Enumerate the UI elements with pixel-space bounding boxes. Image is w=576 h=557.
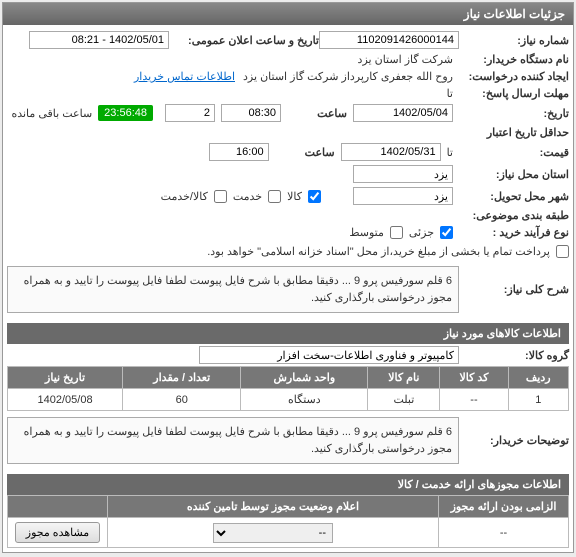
goods-table: ردیف کد کالا نام کالا واحد شمارش تعداد /… — [7, 366, 569, 411]
chk-goods-service-wrap: کالا/خدمت — [161, 190, 227, 203]
deliv-loc-input[interactable] — [353, 187, 453, 205]
price-label: قیمت: — [459, 146, 569, 159]
group-label: گروه کالا: — [459, 349, 569, 362]
remain-badge: 23:56:48 — [98, 105, 153, 121]
valid-time-input[interactable] — [209, 143, 269, 161]
info-body: شماره نیاز: تاریخ و ساعت اعلان عمومی: نا… — [3, 25, 573, 552]
cat-label: طبقه بندی موضوعی: — [459, 209, 569, 222]
status-select[interactable]: -- — [213, 523, 333, 543]
chk-partial-label: جزئی — [409, 226, 434, 239]
cell-date: 1402/05/08 — [8, 389, 123, 411]
contact-link[interactable]: اطلاعات تماس خریدار — [134, 70, 235, 83]
buyer-note-label: توضیحات خریدار: — [459, 434, 569, 447]
min-valid-label: حداقل تاریخ اعتبار — [459, 126, 569, 139]
cell-code: -- — [440, 389, 508, 411]
chk-goods[interactable] — [308, 190, 321, 203]
cell-action: مشاهده مجوز — [8, 518, 108, 548]
chk-partial[interactable] — [440, 226, 453, 239]
remain-text: ساعت باقی مانده — [11, 107, 92, 120]
deadline-word: تا — [447, 87, 453, 100]
chk-mid-wrap: متوسط — [349, 226, 403, 239]
announce-label: تاریخ و ساعت اعلان عمومی: — [169, 34, 319, 47]
view-permit-button[interactable]: مشاهده مجوز — [15, 522, 100, 543]
permits-table: الزامی بودن ارائه مجوز اعلام وضعیت مجوز … — [7, 495, 569, 548]
goods-header-row: ردیف کد کالا نام کالا واحد شمارش تعداد /… — [8, 367, 569, 389]
time-label-1: ساعت — [287, 107, 347, 120]
days-remain-input[interactable] — [165, 104, 215, 122]
group-input[interactable] — [199, 346, 459, 364]
cell-name: تبلت — [368, 389, 440, 411]
deadline-time-input[interactable] — [221, 104, 281, 122]
main-panel: جزئیات اطلاعات نیاز شماره نیاز: تاریخ و … — [2, 2, 574, 553]
permit-row: -- -- مشاهده مجوز — [8, 518, 569, 548]
cell-unit: دستگاه — [241, 389, 368, 411]
chk-pay-wrap: پرداخت تمام یا بخشی از مبلغ خرید،از محل … — [207, 245, 569, 258]
deadline-label: مهلت ارسال پاسخ: — [459, 87, 569, 100]
price-word: تا — [447, 146, 453, 159]
chk-service-wrap: خدمت — [233, 190, 281, 203]
deadline-date-input[interactable] — [353, 104, 453, 122]
buyer-label: نام دستگاه خریدار: — [459, 53, 569, 66]
cell-required: -- — [439, 518, 569, 548]
chk-goods-service[interactable] — [214, 190, 227, 203]
buyer-value: شرکت گاز استان یزد — [358, 53, 453, 66]
req-loc-input[interactable] — [353, 165, 453, 183]
req-no-input[interactable] — [319, 31, 459, 49]
valid-date-input[interactable] — [341, 143, 441, 161]
deliv-loc-label: شهر محل تحویل: — [459, 190, 569, 203]
col-date: تاریخ نیاز — [8, 367, 123, 389]
chk-partial-wrap: جزئی — [409, 226, 453, 239]
chk-pay[interactable] — [556, 245, 569, 258]
col-unit: واحد شمارش — [241, 367, 368, 389]
col-required: الزامی بودن ارائه مجوز — [439, 496, 569, 518]
chk-mid-label: متوسط — [349, 226, 384, 239]
need-title-label: شرح کلی نیاز: — [459, 283, 569, 296]
chk-mid[interactable] — [390, 226, 403, 239]
req-no-label: شماره نیاز: — [459, 34, 569, 47]
col-row: ردیف — [508, 367, 568, 389]
col-code: کد کالا — [440, 367, 508, 389]
chk-goods-wrap: کالا — [287, 190, 321, 203]
cell-row: 1 — [508, 389, 568, 411]
proc-label: نوع فرآیند خرید : — [459, 226, 569, 239]
permits-section-header: اطلاعات مجوزهای ارائه خدمت / کالا — [7, 474, 569, 495]
creator-value: روح الله جعفری کارپرداز شرکت گاز استان ی… — [243, 70, 453, 83]
buyer-note-box: 6 قلم سورفیس پرو 9 ... دقیقا مطابق با شر… — [7, 417, 459, 464]
need-title-box: 6 قلم سورفیس پرو 9 ... دقیقا مطابق با شر… — [7, 266, 459, 313]
chk-service-label: خدمت — [233, 190, 262, 203]
history-label: تاریخ: — [459, 107, 569, 120]
pay-note: پرداخت تمام یا بخشی از مبلغ خرید،از محل … — [207, 245, 550, 258]
req-loc-label: استان محل نیاز: — [459, 168, 569, 181]
col-action — [8, 496, 108, 518]
cell-status: -- — [108, 518, 439, 548]
table-row[interactable]: 1 -- تبلت دستگاه 60 1402/05/08 — [8, 389, 569, 411]
col-name: نام کالا — [368, 367, 440, 389]
cell-qty: 60 — [123, 389, 241, 411]
chk-goods-service-label: کالا/خدمت — [161, 190, 208, 203]
col-qty: تعداد / مقدار — [123, 367, 241, 389]
permits-header-row: الزامی بودن ارائه مجوز اعلام وضعیت مجوز … — [8, 496, 569, 518]
announce-input[interactable] — [29, 31, 169, 49]
time-label-2: ساعت — [275, 146, 335, 159]
chk-service[interactable] — [268, 190, 281, 203]
goods-section-header: اطلاعات کالاهای مورد نیاز — [7, 323, 569, 344]
chk-goods-label: کالا — [287, 190, 302, 203]
col-status: اعلام وضعیت مجوز توسط تامین کننده — [108, 496, 439, 518]
creator-label: ایجاد کننده درخواست: — [459, 70, 569, 83]
panel-title: جزئیات اطلاعات نیاز — [3, 3, 573, 25]
